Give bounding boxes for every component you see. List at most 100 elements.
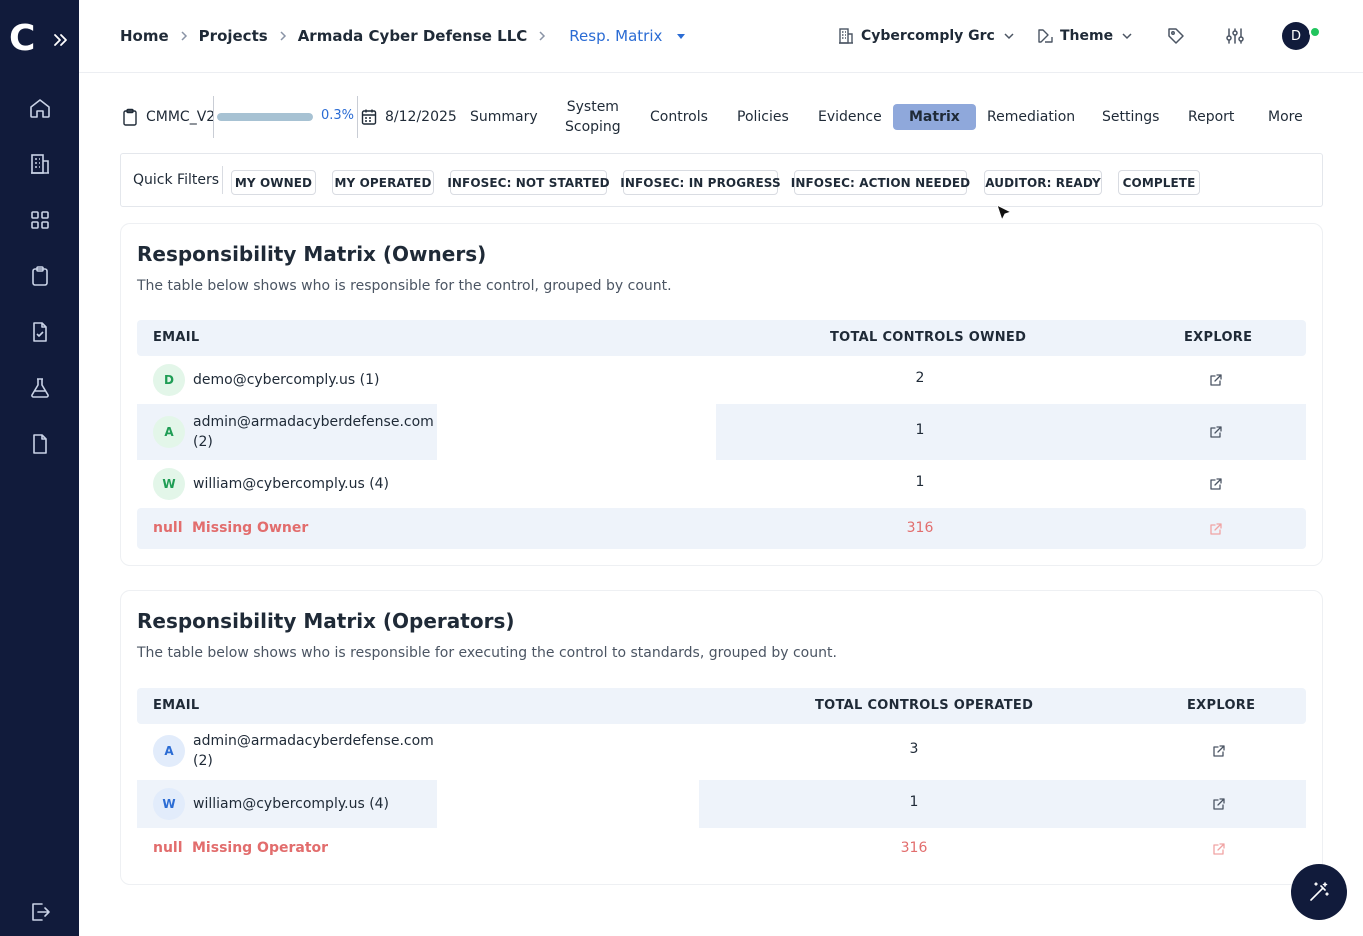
quick-filters-label: Quick Filters <box>133 172 220 188</box>
operator-email: admin@armadacyberdefense.com <box>193 733 434 749</box>
home-icon[interactable] <box>28 96 52 120</box>
missing-owner-row[interactable]: null Missing Owner 316 <box>137 508 1306 549</box>
tab-report[interactable]: Report <box>1188 107 1234 127</box>
external-link-icon[interactable] <box>1212 842 1226 856</box>
clipboard-icon <box>122 108 138 126</box>
logout-icon[interactable] <box>28 900 52 924</box>
divider <box>222 166 223 194</box>
tab-summary[interactable]: Summary <box>470 107 538 127</box>
card-title: Responsibility Matrix (Owners) <box>137 242 487 266</box>
magic-wand-icon <box>1310 882 1329 901</box>
theme-selector[interactable]: Theme <box>1036 24 1133 48</box>
table-row[interactable]: A admin@armadacyberdefense.com (2) 1 <box>137 404 1306 460</box>
filter-chip-in-progress[interactable]: INFOSEC: IN PROGRESS <box>620 170 781 195</box>
tab-remediation[interactable]: Remediation <box>987 107 1075 127</box>
app-logo[interactable]: C <box>9 18 37 56</box>
external-link-icon[interactable] <box>1212 797 1226 811</box>
clipboard-icon[interactable] <box>28 264 52 288</box>
framework-date: 8/12/2025 <box>361 108 457 126</box>
breadcrumb-projects[interactable]: Projects <box>199 27 268 45</box>
breadcrumb: Home Projects Armada Cyber Defense LLC R… <box>120 24 686 48</box>
mouse-cursor-icon <box>995 203 1013 223</box>
card-title: Responsibility Matrix (Operators) <box>137 609 515 633</box>
breadcrumb-project[interactable]: Armada Cyber Defense LLC <box>298 27 528 45</box>
external-link-icon[interactable] <box>1212 744 1226 758</box>
tab-more[interactable]: More <box>1268 107 1303 127</box>
user-avatar: W <box>153 788 185 820</box>
org-selector[interactable]: Cybercomply Grc <box>837 24 1015 48</box>
column-explore: EXPLORE <box>1187 698 1256 713</box>
user-avatar: A <box>153 416 185 448</box>
filter-chip-not-started[interactable]: INFOSEC: NOT STARTED <box>447 170 610 195</box>
expand-sidebar-icon[interactable] <box>52 32 68 48</box>
operator-email: william@cybercomply.us (4) <box>193 796 390 812</box>
filter-chip-my-owned[interactable]: MY OWNED <box>231 170 316 195</box>
user-avatar: D <box>153 364 185 396</box>
user-avatar: A <box>153 735 185 767</box>
column-total-operated[interactable]: TOTAL CONTROLS OPERATED <box>815 698 1033 713</box>
owner-email: admin@armadacyberdefense.com <box>193 414 434 430</box>
grid-icon[interactable] <box>28 208 52 232</box>
controls-count: 3 <box>909 741 919 757</box>
controls-count: 1 <box>909 794 919 810</box>
user-avatar[interactable]: D <box>1282 22 1310 50</box>
controls-count: 1 <box>915 474 925 490</box>
tab-system-scoping[interactable]: System Scoping <box>565 97 621 137</box>
magic-wand-button[interactable] <box>1291 864 1347 920</box>
missing-count: 316 <box>900 840 928 856</box>
sliders-icon[interactable] <box>1225 26 1245 46</box>
external-link-icon[interactable] <box>1209 425 1223 439</box>
external-link-icon[interactable] <box>1209 373 1223 387</box>
external-link-icon[interactable] <box>1209 522 1223 536</box>
project-tabs: CMMC_V2 0.3% 8/12/2025 Summary System Sc… <box>120 96 1323 138</box>
column-email[interactable]: EMAIL <box>153 330 200 345</box>
divider <box>357 96 358 138</box>
missing-operator-row[interactable]: null Missing Operator 316 <box>137 828 1306 869</box>
column-email[interactable]: EMAIL <box>153 698 200 713</box>
controls-count: 1 <box>915 422 925 438</box>
table-row[interactable]: A admin@armadacyberdefense.com (2) 3 <box>137 724 1306 780</box>
card-description: The table below shows who is responsible… <box>137 645 837 661</box>
filter-chip-auditor-ready[interactable]: AUDITOR: READY <box>984 170 1102 195</box>
date-label: 8/12/2025 <box>385 109 457 125</box>
document-icon[interactable] <box>28 432 52 456</box>
tab-evidence[interactable]: Evidence <box>818 107 882 127</box>
table-header: EMAIL TOTAL CONTROLS OWNED EXPLORE <box>137 320 1306 356</box>
palette-icon <box>1036 27 1054 45</box>
owners-matrix-card: Responsibility Matrix (Owners) The table… <box>120 223 1323 566</box>
missing-owner-label: Missing Owner <box>192 520 309 536</box>
flask-icon[interactable] <box>28 376 52 400</box>
table-row[interactable]: W william@cybercomply.us (4) 1 <box>137 780 1306 828</box>
framework-name: CMMC_V2 <box>122 108 215 126</box>
tab-matrix[interactable]: Matrix <box>893 104 976 130</box>
sidebar: C <box>0 0 79 936</box>
breadcrumb-home[interactable]: Home <box>120 27 169 45</box>
filter-chip-action-needed[interactable]: INFOSEC: ACTION NEEDED <box>791 170 970 195</box>
controls-count: 2 <box>915 370 925 386</box>
progress-percent: 0.3% <box>321 108 355 123</box>
missing-count: 316 <box>906 520 934 536</box>
tab-settings[interactable]: Settings <box>1102 107 1159 127</box>
file-check-icon[interactable] <box>28 320 52 344</box>
filter-chip-complete[interactable]: COMPLETE <box>1118 170 1200 195</box>
theme-selector-label: Theme <box>1060 28 1114 44</box>
tab-controls[interactable]: Controls <box>650 107 708 127</box>
quick-filters-bar: Quick Filters MY OWNED MY OPERATED INFOS… <box>120 153 1323 207</box>
building-icon[interactable] <box>28 152 52 176</box>
tag-icon[interactable] <box>1166 26 1186 46</box>
filter-chip-my-operated[interactable]: MY OPERATED <box>332 170 434 195</box>
null-label: null <box>153 520 183 536</box>
table-row[interactable]: D demo@cybercomply.us (1) 2 <box>137 356 1306 404</box>
card-description: The table below shows who is responsible… <box>137 278 672 294</box>
external-link-icon[interactable] <box>1209 477 1223 491</box>
caret-down-icon[interactable] <box>676 31 686 41</box>
null-label: null <box>153 840 183 856</box>
table-row[interactable]: W william@cybercomply.us (4) 1 <box>137 460 1306 508</box>
chevron-right-icon <box>180 30 188 42</box>
chevron-down-icon <box>1003 30 1015 42</box>
column-total-owned[interactable]: TOTAL CONTROLS OWNED <box>830 330 1026 345</box>
breadcrumb-current[interactable]: Resp. Matrix <box>569 27 662 45</box>
operator-email-count: (2) <box>193 753 213 769</box>
tab-policies[interactable]: Policies <box>737 107 789 127</box>
chevron-right-icon <box>538 30 546 42</box>
